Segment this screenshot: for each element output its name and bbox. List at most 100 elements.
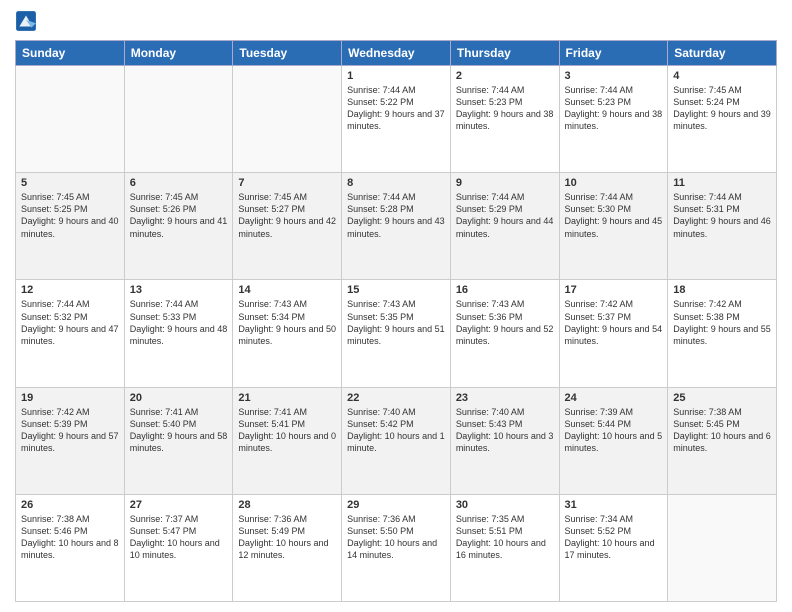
day-cell: 3Sunrise: 7:44 AM Sunset: 5:23 PM Daylig… — [559, 66, 668, 173]
day-number: 5 — [21, 177, 119, 189]
logo-icon — [15, 10, 37, 32]
day-number: 9 — [456, 177, 554, 189]
day-number: 3 — [565, 70, 663, 82]
day-cell: 5 Sunrise: 7:45 AM Sunset: 5:25 PM Daylig… — [16, 173, 125, 280]
day-info: Sunrise: 7:38 AM Sunset: 5:46 PM Dayligh… — [21, 513, 119, 562]
day-info: Sunrise: 7:44 AM Sunset: 5:22 PM Dayligh… — [347, 84, 445, 133]
day-info: Sunrise: 7:42 AM Sunset: 5:37 PM Dayligh… — [565, 298, 663, 347]
day-cell: 14Sunrise: 7:43 AM Sunset: 5:34 PM Dayli… — [233, 280, 342, 387]
day-cell: 6 Sunrise: 7:45 AM Sunset: 5:26 PM Daylig… — [124, 173, 233, 280]
day-info: Sunrise: 7:44 AM Sunset: 5:33 PM Dayligh… — [130, 298, 228, 347]
weekday-header-friday: Friday — [559, 41, 668, 66]
day-cell — [124, 66, 233, 173]
week-row-4: 19Sunrise: 7:42 AM Sunset: 5:39 PM Dayli… — [16, 387, 777, 494]
day-number: 27 — [130, 499, 228, 511]
day-cell: 13 Sunrise: 7:44 AM Sunset: 5:33 PM Dayli… — [124, 280, 233, 387]
day-info: Sunrise: 7:41 AM Sunset: 5:41 PM Dayligh… — [238, 406, 336, 455]
day-number: 26 — [21, 499, 119, 511]
day-cell: 4Sunrise: 7:45 AM Sunset: 5:24 PM Daylig… — [668, 66, 777, 173]
weekday-header-thursday: Thursday — [450, 41, 559, 66]
day-number: 2 — [456, 70, 554, 82]
day-number: 30 — [456, 499, 554, 511]
day-cell: 18 Sunrise: 7:42 AM Sunset: 5:38 PM Dayli… — [668, 280, 777, 387]
day-number: 29 — [347, 499, 445, 511]
day-cell: 22 Sunrise: 7:40 AM Sunset: 5:42 PM Dayli… — [342, 387, 451, 494]
day-number: 21 — [238, 392, 336, 404]
day-number: 24 — [565, 392, 663, 404]
day-info: Sunrise: 7:44 AM Sunset: 5:30 PM Dayligh… — [565, 191, 663, 240]
day-cell: 28 Sunrise: 7:36 AM Sunset: 5:49 PM Dayli… — [233, 494, 342, 601]
day-cell: 20Sunrise: 7:41 AM Sunset: 5:40 PM Dayli… — [124, 387, 233, 494]
day-cell: 25 Sunrise: 7:38 AM Sunset: 5:45 PM Dayli… — [668, 387, 777, 494]
day-cell: 17 Sunrise: 7:42 AM Sunset: 5:37 PM Dayli… — [559, 280, 668, 387]
day-info: Sunrise: 7:39 AM Sunset: 5:44 PM Dayligh… — [565, 406, 663, 455]
day-info: Sunrise: 7:43 AM Sunset: 5:34 PM Dayligh… — [238, 298, 336, 347]
day-cell: 21 Sunrise: 7:41 AM Sunset: 5:41 PM Dayli… — [233, 387, 342, 494]
day-cell: 29 Sunrise: 7:36 AM Sunset: 5:50 PM Dayli… — [342, 494, 451, 601]
weekday-header-sunday: Sunday — [16, 41, 125, 66]
day-number: 22 — [347, 392, 445, 404]
weekday-header-monday: Monday — [124, 41, 233, 66]
day-info: Sunrise: 7:45 AM Sunset: 5:26 PM Dayligh… — [130, 191, 228, 240]
day-number: 11 — [673, 177, 771, 189]
day-info: Sunrise: 7:42 AM Sunset: 5:38 PM Dayligh… — [673, 298, 771, 347]
day-number: 17 — [565, 284, 663, 296]
day-number: 16 — [456, 284, 554, 296]
day-info: Sunrise: 7:40 AM Sunset: 5:42 PM Dayligh… — [347, 406, 445, 455]
day-cell — [16, 66, 125, 173]
day-cell: 30 Sunrise: 7:35 AM Sunset: 5:51 PM Dayli… — [450, 494, 559, 601]
day-cell: 23 Sunrise: 7:40 AM Sunset: 5:43 PM Dayli… — [450, 387, 559, 494]
week-row-5: 26 Sunrise: 7:38 AM Sunset: 5:46 PM Dayli… — [16, 494, 777, 601]
day-info: Sunrise: 7:35 AM Sunset: 5:51 PM Dayligh… — [456, 513, 554, 562]
day-info: Sunrise: 7:40 AM Sunset: 5:43 PM Dayligh… — [456, 406, 554, 455]
calendar-table: SundayMondayTuesdayWednesdayThursdayFrid… — [15, 40, 777, 602]
day-info: Sunrise: 7:45 AM Sunset: 5:25 PM Dayligh… — [21, 191, 119, 240]
day-number: 7 — [238, 177, 336, 189]
day-cell: 1 Sunrise: 7:44 AM Sunset: 5:22 PM Daylig… — [342, 66, 451, 173]
day-number: 18 — [673, 284, 771, 296]
week-row-3: 12Sunrise: 7:44 AM Sunset: 5:32 PM Dayli… — [16, 280, 777, 387]
day-number: 6 — [130, 177, 228, 189]
page: SundayMondayTuesdayWednesdayThursdayFrid… — [0, 0, 792, 612]
day-cell: 19Sunrise: 7:42 AM Sunset: 5:39 PM Dayli… — [16, 387, 125, 494]
day-cell: 12Sunrise: 7:44 AM Sunset: 5:32 PM Dayli… — [16, 280, 125, 387]
day-info: Sunrise: 7:36 AM Sunset: 5:49 PM Dayligh… — [238, 513, 336, 562]
day-cell: 16 Sunrise: 7:43 AM Sunset: 5:36 PM Dayli… — [450, 280, 559, 387]
day-number: 31 — [565, 499, 663, 511]
day-info: Sunrise: 7:44 AM Sunset: 5:31 PM Dayligh… — [673, 191, 771, 240]
day-number: 13 — [130, 284, 228, 296]
weekday-header-tuesday: Tuesday — [233, 41, 342, 66]
day-info: Sunrise: 7:44 AM Sunset: 5:23 PM Dayligh… — [456, 84, 554, 133]
day-info: Sunrise: 7:44 AM Sunset: 5:28 PM Dayligh… — [347, 191, 445, 240]
day-number: 25 — [673, 392, 771, 404]
day-info: Sunrise: 7:36 AM Sunset: 5:50 PM Dayligh… — [347, 513, 445, 562]
weekday-header-wednesday: Wednesday — [342, 41, 451, 66]
day-number: 1 — [347, 70, 445, 82]
day-number: 12 — [21, 284, 119, 296]
day-info: Sunrise: 7:38 AM Sunset: 5:45 PM Dayligh… — [673, 406, 771, 455]
day-number: 8 — [347, 177, 445, 189]
day-cell: 15Sunrise: 7:43 AM Sunset: 5:35 PM Dayli… — [342, 280, 451, 387]
day-cell: 11 Sunrise: 7:44 AM Sunset: 5:31 PM Dayli… — [668, 173, 777, 280]
week-row-1: 1 Sunrise: 7:44 AM Sunset: 5:22 PM Daylig… — [16, 66, 777, 173]
day-number: 4 — [673, 70, 771, 82]
day-info: Sunrise: 7:43 AM Sunset: 5:36 PM Dayligh… — [456, 298, 554, 347]
day-cell: 8 Sunrise: 7:44 AM Sunset: 5:28 PM Daylig… — [342, 173, 451, 280]
day-number: 28 — [238, 499, 336, 511]
week-row-2: 5 Sunrise: 7:45 AM Sunset: 5:25 PM Daylig… — [16, 173, 777, 280]
day-cell — [233, 66, 342, 173]
day-cell: 9 Sunrise: 7:44 AM Sunset: 5:29 PM Daylig… — [450, 173, 559, 280]
logo — [15, 10, 41, 32]
day-cell: 10 Sunrise: 7:44 AM Sunset: 5:30 PM Dayli… — [559, 173, 668, 280]
day-cell: 24 Sunrise: 7:39 AM Sunset: 5:44 PM Dayli… — [559, 387, 668, 494]
day-cell: 31Sunrise: 7:34 AM Sunset: 5:52 PM Dayli… — [559, 494, 668, 601]
day-cell: 26 Sunrise: 7:38 AM Sunset: 5:46 PM Dayli… — [16, 494, 125, 601]
day-number: 23 — [456, 392, 554, 404]
day-number: 10 — [565, 177, 663, 189]
header — [15, 10, 777, 32]
day-info: Sunrise: 7:44 AM Sunset: 5:29 PM Dayligh… — [456, 191, 554, 240]
day-number: 19 — [21, 392, 119, 404]
day-number: 15 — [347, 284, 445, 296]
day-info: Sunrise: 7:37 AM Sunset: 5:47 PM Dayligh… — [130, 513, 228, 562]
day-info: Sunrise: 7:45 AM Sunset: 5:27 PM Dayligh… — [238, 191, 336, 240]
